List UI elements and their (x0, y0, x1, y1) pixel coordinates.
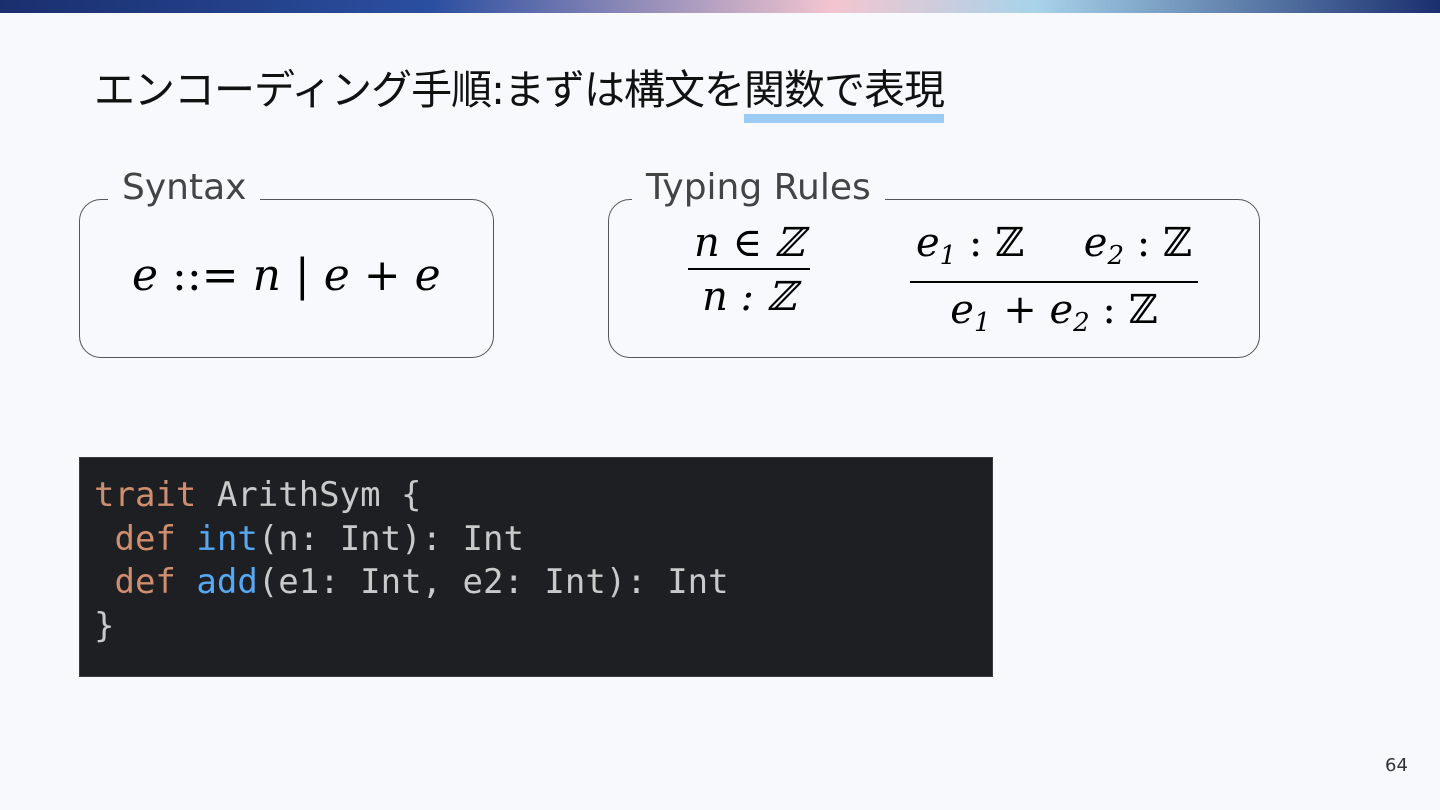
rule-add: e1 : ℤ e2 : ℤ e1 + e2 : ℤ (910, 221, 1199, 345)
concl-sub2: 2 (1073, 308, 1090, 338)
code-line-3: def add(e1: Int, e2: Int): Int (94, 561, 992, 605)
title-highlight-text: 関数で表現 (743, 66, 945, 123)
concl-sub1: 1 (973, 308, 991, 338)
premise1-var: e (916, 220, 940, 266)
slide-title: エンコーディング手順:まずは構文を関数で表現 (94, 64, 945, 123)
code-keyword: def (114, 518, 176, 559)
page-number: 64 (1385, 755, 1408, 776)
rule-add-conclusion: e1 + e2 : ℤ (944, 288, 1164, 345)
rule-int-premise: n ∈ ℤ (694, 220, 804, 266)
code-text: ArithSym { (196, 475, 422, 515)
title-main-text: エンコーディング手順:まずは構文を (94, 66, 745, 114)
rule-add-bar (910, 281, 1199, 283)
concl-var1: e (950, 287, 974, 333)
premise2-type: : ℤ (1123, 220, 1193, 266)
premise1-type: : ℤ (956, 220, 1025, 266)
code-function-name: add (196, 562, 258, 602)
rule-int-bar (688, 268, 810, 270)
code-function-name: int (196, 518, 258, 559)
grammar-alt2-left: e (323, 250, 350, 301)
code-line-4: } (94, 605, 992, 649)
typing-rules-label: Typing Rules (632, 168, 885, 208)
premise2-sub: 2 (1107, 241, 1124, 271)
code-block: trait ArithSym { def int(n: Int): Int de… (79, 457, 993, 677)
code-keyword: trait (94, 475, 197, 515)
syntax-grammar: e ::= n | e + e (132, 249, 441, 303)
code-line-1: trait ArithSym { (94, 474, 992, 518)
grammar-alt1: n (252, 250, 281, 301)
premise1-sub: 1 (939, 241, 957, 271)
concl-type: : ℤ (1089, 287, 1158, 333)
code-line-2: def int(n: Int): Int (94, 518, 992, 562)
rule-int-conclusion: n : ℤ (702, 274, 796, 320)
concl-var2: e (1049, 287, 1074, 333)
concl-plus: + (990, 287, 1050, 333)
grammar-alt2-right: e (414, 250, 441, 301)
code-keyword: def (114, 562, 176, 602)
code-text: (e1: Int, e2: Int): Int (257, 562, 729, 602)
grammar-lhs: e (132, 250, 159, 301)
grammar-def: ::= (172, 250, 239, 301)
grammar-plus: + (363, 250, 401, 301)
rule-int: n ∈ ℤ n : ℤ (688, 221, 810, 319)
code-text: (n: Int): Int (257, 518, 524, 559)
syntax-label: Syntax (108, 168, 261, 208)
premise2-var: e (1083, 220, 1108, 266)
top-gradient-bar (0, 0, 1440, 13)
rule-add-premises: e1 : ℤ e2 : ℤ (910, 221, 1198, 278)
grammar-sep: | (294, 250, 310, 301)
code-text: } (94, 605, 115, 646)
